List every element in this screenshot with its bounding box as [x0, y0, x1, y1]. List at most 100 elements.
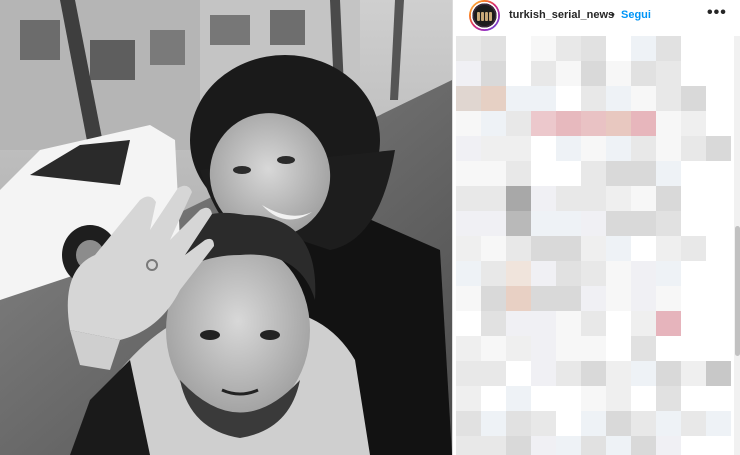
- blur-tile: [531, 211, 556, 236]
- blur-tile: [606, 386, 631, 411]
- blur-tile: [656, 61, 681, 86]
- post-photo[interactable]: [0, 0, 452, 455]
- blur-tile: [531, 436, 556, 455]
- blur-tile: [631, 336, 656, 361]
- blur-tile: [656, 411, 681, 436]
- blur-tile: [581, 36, 606, 61]
- blur-tile: [506, 161, 531, 186]
- pixelated-comments: [453, 36, 733, 455]
- blur-tile: [481, 261, 506, 286]
- blur-tile: [531, 161, 556, 186]
- blur-tile: [706, 286, 731, 311]
- blur-tile: [706, 86, 731, 111]
- blur-tile: [481, 436, 506, 455]
- blur-tile: [531, 286, 556, 311]
- blur-tile: [481, 336, 506, 361]
- blur-tile: [456, 311, 481, 336]
- blur-tile: [531, 386, 556, 411]
- blur-tile: [656, 186, 681, 211]
- blur-tile: [556, 61, 581, 86]
- blur-tile: [706, 36, 731, 61]
- blur-tile: [631, 61, 656, 86]
- blur-tile: [706, 186, 731, 211]
- blur-tile: [706, 411, 731, 436]
- blur-tile: [606, 286, 631, 311]
- blur-tile: [606, 211, 631, 236]
- blur-tile: [656, 336, 681, 361]
- blur-tile: [581, 261, 606, 286]
- blur-tile: [631, 161, 656, 186]
- blur-tile: [706, 61, 731, 86]
- blur-tile: [606, 186, 631, 211]
- blur-tile: [456, 436, 481, 455]
- blur-tile: [456, 111, 481, 136]
- blur-tile: [581, 311, 606, 336]
- blur-tile: [481, 161, 506, 186]
- blur-tile: [481, 136, 506, 161]
- blur-tile: [631, 436, 656, 455]
- blur-tile: [456, 336, 481, 361]
- blur-tile: [506, 236, 531, 261]
- blur-tile: [606, 336, 631, 361]
- blur-tile: [631, 386, 656, 411]
- blur-tile: [681, 211, 706, 236]
- blur-tile: [581, 86, 606, 111]
- blur-tile: [656, 136, 681, 161]
- blur-tile: [531, 61, 556, 86]
- blur-tile: [456, 161, 481, 186]
- blur-tile: [556, 86, 581, 111]
- blur-tile: [581, 336, 606, 361]
- blur-tile: [581, 236, 606, 261]
- blur-tile: [481, 361, 506, 386]
- blur-tile: [681, 186, 706, 211]
- blur-tile: [556, 236, 581, 261]
- blur-tile: [506, 411, 531, 436]
- blur-tile: [581, 161, 606, 186]
- blur-tile: [631, 111, 656, 136]
- blur-tile: [631, 411, 656, 436]
- avatar-image: [474, 5, 495, 26]
- blur-tile: [681, 361, 706, 386]
- scrollbar[interactable]: [734, 36, 740, 455]
- blur-tile: [481, 411, 506, 436]
- blur-tile: [606, 261, 631, 286]
- username-link[interactable]: turkish_serial_news: [509, 9, 614, 21]
- blur-tile: [606, 36, 631, 61]
- blur-tile: [531, 361, 556, 386]
- blur-tile: [681, 236, 706, 261]
- profile-avatar[interactable]: [469, 0, 500, 31]
- blur-tile: [681, 261, 706, 286]
- blur-tile: [631, 136, 656, 161]
- blur-tile: [481, 61, 506, 86]
- blur-tile: [556, 411, 581, 436]
- blur-tile: [656, 36, 681, 61]
- blur-tile: [656, 211, 681, 236]
- blur-tile: [556, 436, 581, 455]
- blur-tile: [481, 386, 506, 411]
- blur-tile: [631, 211, 656, 236]
- blur-tile: [506, 136, 531, 161]
- blur-tile: [656, 436, 681, 455]
- blur-tile: [481, 311, 506, 336]
- more-options-icon[interactable]: •••: [707, 4, 727, 22]
- blur-tile: [681, 336, 706, 361]
- blur-tile: [631, 236, 656, 261]
- blur-tile: [481, 236, 506, 261]
- blur-tile: [606, 236, 631, 261]
- blur-tile: [556, 161, 581, 186]
- follow-button[interactable]: Segui: [621, 9, 651, 21]
- blur-tile: [556, 136, 581, 161]
- blur-tile: [656, 286, 681, 311]
- blur-tile: [556, 361, 581, 386]
- blur-tile: [456, 211, 481, 236]
- blur-tile: [481, 36, 506, 61]
- blur-tile: [681, 86, 706, 111]
- post-header: turkish_serial_news • Segui •••: [453, 0, 740, 32]
- blur-tile: [706, 236, 731, 261]
- blur-tile: [556, 311, 581, 336]
- instagram-post: turkish_serial_news • Segui •••: [0, 0, 740, 455]
- blur-tile: [506, 86, 531, 111]
- scrollbar-thumb[interactable]: [735, 226, 740, 356]
- blur-tile: [506, 36, 531, 61]
- blur-tile: [606, 411, 631, 436]
